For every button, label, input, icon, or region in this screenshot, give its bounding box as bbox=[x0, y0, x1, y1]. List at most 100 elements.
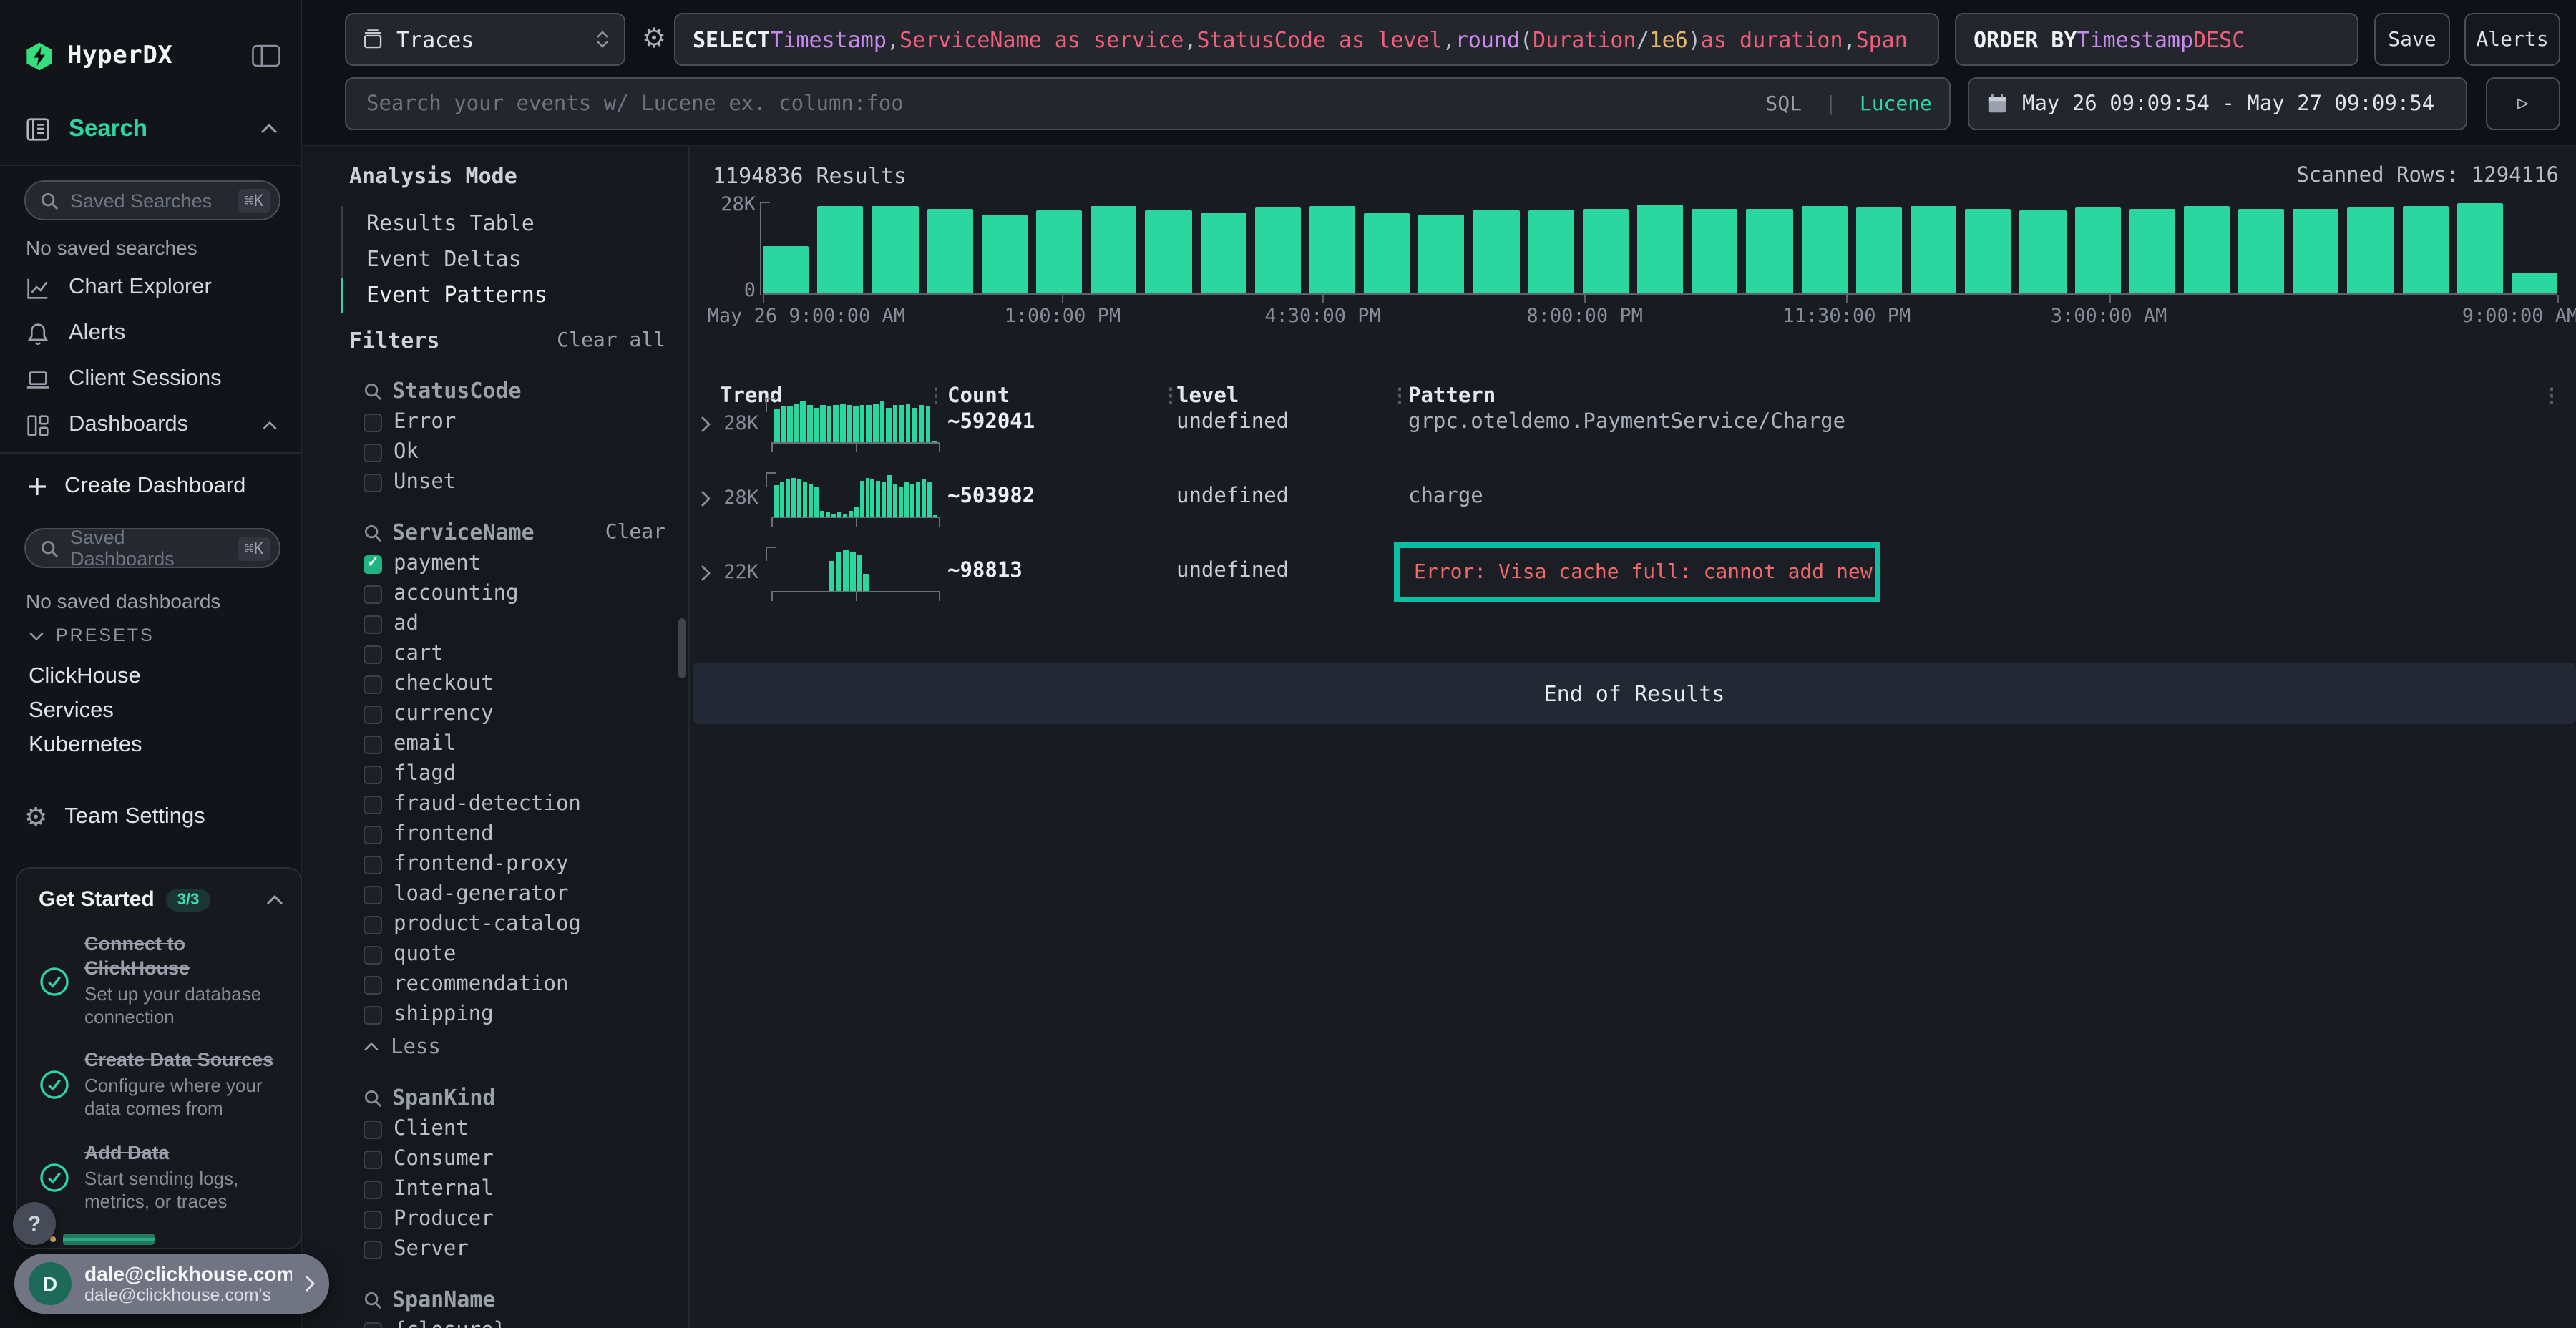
filter-option-frontend[interactable]: frontend bbox=[302, 820, 688, 849]
clear-group-button[interactable]: Clear bbox=[605, 521, 665, 544]
filter-option-internal[interactable]: Internal bbox=[302, 1175, 688, 1204]
histogram-bar[interactable] bbox=[2238, 208, 2284, 293]
histogram-bar[interactable] bbox=[1036, 211, 1082, 293]
histogram-bar[interactable] bbox=[1801, 207, 1847, 293]
histogram-bar[interactable] bbox=[872, 206, 918, 294]
filter-option-cart[interactable]: cart bbox=[302, 640, 688, 668]
filter-checkbox[interactable] bbox=[364, 413, 382, 431]
filter-checkbox[interactable] bbox=[364, 585, 382, 603]
filter-option-product-catalog[interactable]: product-catalog bbox=[302, 910, 688, 939]
filter-checkbox[interactable] bbox=[364, 975, 382, 994]
filter-option-recommendation[interactable]: recommendation bbox=[302, 970, 688, 999]
presets-toggle[interactable]: PRESETS bbox=[0, 621, 301, 650]
histogram-bar[interactable] bbox=[1091, 206, 1136, 294]
analysis-mode-event-deltas[interactable]: Event Deltas bbox=[343, 242, 688, 278]
filter-checkbox[interactable] bbox=[364, 795, 382, 814]
sidebar-item-client-sessions[interactable]: Client Sessions bbox=[0, 356, 301, 402]
filter-checkbox[interactable] bbox=[364, 615, 382, 633]
filter-checkbox[interactable] bbox=[364, 645, 382, 663]
lang-toggle-lucene[interactable]: Lucene bbox=[1860, 92, 1932, 115]
pattern-row[interactable]: 28K~503982undefinedcharge bbox=[690, 472, 2576, 547]
histogram-bar[interactable] bbox=[1965, 208, 2011, 293]
histogram-bar[interactable] bbox=[763, 246, 809, 293]
run-query-button[interactable]: ▷ bbox=[2486, 77, 2560, 130]
filter-option--closure-[interactable]: {closure} bbox=[302, 1317, 688, 1328]
lang-toggle-sql[interactable]: SQL bbox=[1765, 92, 1802, 115]
alerts-button[interactable]: Alerts bbox=[2464, 13, 2560, 66]
filter-checkbox[interactable] bbox=[364, 555, 382, 573]
histogram-bar[interactable] bbox=[1747, 209, 1792, 293]
preset-dashboard-services[interactable]: Services bbox=[0, 694, 301, 728]
get-started-item[interactable]: Add DataStart sending logs, metrics, or … bbox=[17, 1131, 301, 1224]
filter-option-payment[interactable]: payment bbox=[302, 550, 688, 578]
filter-checkbox[interactable] bbox=[364, 1150, 382, 1168]
filter-option-fraud-detection[interactable]: fraud-detection bbox=[302, 790, 688, 819]
histogram-bar[interactable] bbox=[817, 207, 863, 293]
histogram-bar[interactable] bbox=[2348, 208, 2394, 293]
filter-checkbox[interactable] bbox=[364, 1005, 382, 1024]
sidebar-item-alerts[interactable]: Alerts bbox=[0, 311, 301, 356]
histogram-bar[interactable] bbox=[1364, 213, 1410, 293]
create-dashboard-button[interactable]: Create Dashboard bbox=[0, 459, 301, 514]
search-input[interactable] bbox=[364, 91, 1751, 117]
histogram-bar[interactable] bbox=[1146, 211, 1191, 293]
sql-select-input[interactable]: SELECT Timestamp, ServiceName as service… bbox=[674, 13, 1939, 66]
filter-checkbox[interactable] bbox=[364, 735, 382, 753]
histogram-bar[interactable] bbox=[1254, 208, 1300, 293]
date-range-picker[interactable]: May 26 09:09:54 - May 27 09:09:54 bbox=[1968, 77, 2467, 130]
filter-checkbox[interactable] bbox=[364, 915, 382, 934]
filter-checkbox[interactable] bbox=[364, 443, 382, 462]
histogram-bar[interactable] bbox=[982, 215, 1028, 293]
histogram-bar[interactable] bbox=[2402, 206, 2448, 294]
analysis-mode-event-patterns[interactable]: Event Patterns bbox=[343, 278, 688, 313]
highlighted-pattern-cell[interactable]: Error: Visa cache full: cannot add new i… bbox=[1394, 542, 1880, 602]
filter-checkbox[interactable] bbox=[364, 1120, 382, 1138]
sidebar-item-team-settings[interactable]: ⚙ Team Settings bbox=[0, 790, 301, 844]
filter-checkbox[interactable] bbox=[364, 705, 382, 723]
filter-option-consumer[interactable]: Consumer bbox=[302, 1145, 688, 1173]
histogram-bar[interactable] bbox=[1309, 206, 1355, 294]
histogram-bar[interactable] bbox=[1911, 206, 1956, 294]
filter-checkbox[interactable] bbox=[364, 855, 382, 874]
filter-option-accounting[interactable]: accounting bbox=[302, 580, 688, 608]
histogram-bar[interactable] bbox=[1419, 215, 1465, 293]
magnifier-icon[interactable] bbox=[364, 1088, 382, 1107]
filter-option-producer[interactable]: Producer bbox=[302, 1205, 688, 1234]
filter-option-shipping[interactable]: shipping bbox=[302, 1000, 688, 1029]
sidebar-item-search[interactable]: Search bbox=[0, 97, 301, 160]
saved-searches-input[interactable]: Saved Searches ⌘K bbox=[24, 180, 280, 220]
filter-option-server[interactable]: Server bbox=[302, 1235, 688, 1264]
filter-checkbox[interactable] bbox=[364, 675, 382, 693]
histogram-bar[interactable] bbox=[1200, 213, 1246, 293]
filter-option-ad[interactable]: ad bbox=[302, 610, 688, 638]
user-menu[interactable]: D dale@clickhouse.com dale@clickhouse.co… bbox=[14, 1254, 329, 1314]
filter-option-currency[interactable]: currency bbox=[302, 700, 688, 728]
filter-checkbox[interactable] bbox=[364, 1210, 382, 1229]
saved-dashboards-input[interactable]: Saved Dashboards ⌘K bbox=[24, 528, 280, 568]
filter-option-quote[interactable]: quote bbox=[302, 940, 688, 969]
help-button[interactable]: ? bbox=[13, 1202, 56, 1245]
histogram-bar[interactable] bbox=[1528, 211, 1574, 293]
filter-checkbox[interactable] bbox=[364, 1240, 382, 1259]
histogram-bar[interactable] bbox=[2074, 208, 2120, 293]
magnifier-icon[interactable] bbox=[364, 381, 382, 400]
filter-checkbox[interactable] bbox=[364, 765, 382, 783]
show-less-button[interactable]: Less bbox=[302, 1032, 688, 1062]
filter-option-client[interactable]: Client bbox=[302, 1115, 688, 1143]
filters-scrollbar[interactable] bbox=[678, 618, 686, 678]
analysis-mode-results-table[interactable]: Results Table bbox=[343, 206, 688, 242]
histogram-bar[interactable] bbox=[1637, 205, 1683, 293]
histogram-bar[interactable] bbox=[2512, 274, 2557, 293]
filter-option-ok[interactable]: Ok bbox=[302, 438, 688, 467]
histogram-bar[interactable] bbox=[2457, 204, 2503, 293]
save-button[interactable]: Save bbox=[2374, 13, 2450, 66]
histogram-bar[interactable] bbox=[927, 208, 972, 293]
filter-option-email[interactable]: email bbox=[302, 730, 688, 758]
histogram-bar[interactable] bbox=[1692, 208, 1737, 293]
filter-option-flagd[interactable]: flagd bbox=[302, 760, 688, 788]
filter-checkbox[interactable] bbox=[364, 885, 382, 904]
filter-checkbox[interactable] bbox=[364, 945, 382, 964]
order-by-input[interactable]: ORDER BY Timestamp DESC bbox=[1955, 13, 2358, 66]
get-started-item[interactable]: Connect to ClickHouseSet up your databas… bbox=[17, 923, 301, 1040]
histogram-bar[interactable] bbox=[2293, 209, 2339, 293]
